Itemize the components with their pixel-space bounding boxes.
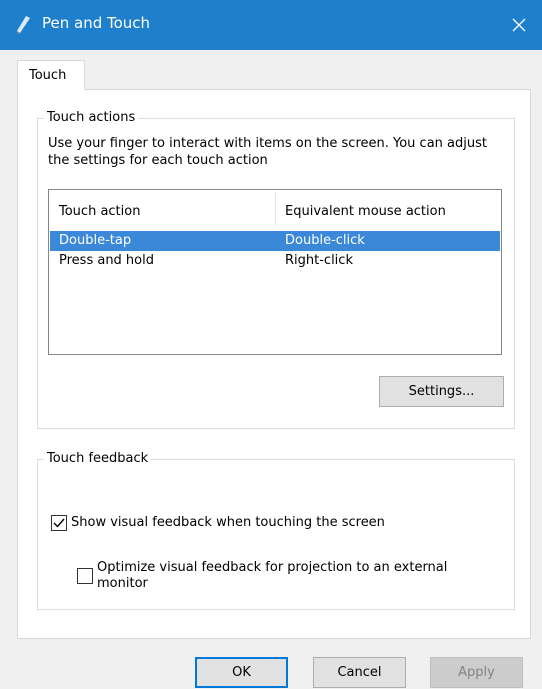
title-bar: Pen and Touch xyxy=(0,0,542,50)
pen-icon xyxy=(17,16,30,34)
list-item-mouse-action: Right-click xyxy=(285,253,353,268)
list-item-double-tap[interactable]: Double-tap Double-click xyxy=(50,231,500,251)
column-header-mouse-action[interactable]: Equivalent mouse action xyxy=(285,204,446,219)
apply-button[interactable]: Apply xyxy=(430,657,523,688)
optimize-projection-checkbox[interactable] xyxy=(77,568,93,584)
close-icon xyxy=(512,18,526,32)
checkmark-icon xyxy=(53,518,65,528)
list-item-action: Double-tap xyxy=(59,233,132,248)
settings-button[interactable]: Settings... xyxy=(379,376,504,407)
touch-actions-list[interactable]: Touch action Equivalent mouse action Dou… xyxy=(48,189,502,355)
column-header-touch-action[interactable]: Touch action xyxy=(59,204,140,219)
cancel-button[interactable]: Cancel xyxy=(313,657,406,688)
show-visual-feedback-label[interactable]: Show visual feedback when touching the s… xyxy=(71,515,385,531)
touch-actions-legend: Touch actions xyxy=(44,110,139,126)
list-item-action: Press and hold xyxy=(59,253,154,268)
show-visual-feedback-checkbox[interactable] xyxy=(51,515,67,531)
optimize-projection-label[interactable]: Optimize visual feedback for projection … xyxy=(97,560,487,592)
column-divider[interactable] xyxy=(275,192,276,226)
list-item-mouse-action: Double-click xyxy=(285,233,365,248)
list-item-press-and-hold[interactable]: Press and hold Right-click xyxy=(50,251,500,271)
close-button[interactable] xyxy=(496,0,542,50)
touch-actions-description: Use your finger to interact with items o… xyxy=(48,136,487,168)
ok-button[interactable]: OK xyxy=(195,657,288,688)
touch-feedback-legend: Touch feedback xyxy=(44,451,152,467)
list-header: Touch action Equivalent mouse action xyxy=(49,190,501,230)
tab-touch[interactable]: Touch xyxy=(17,60,85,90)
window-title: Pen and Touch xyxy=(42,14,151,32)
